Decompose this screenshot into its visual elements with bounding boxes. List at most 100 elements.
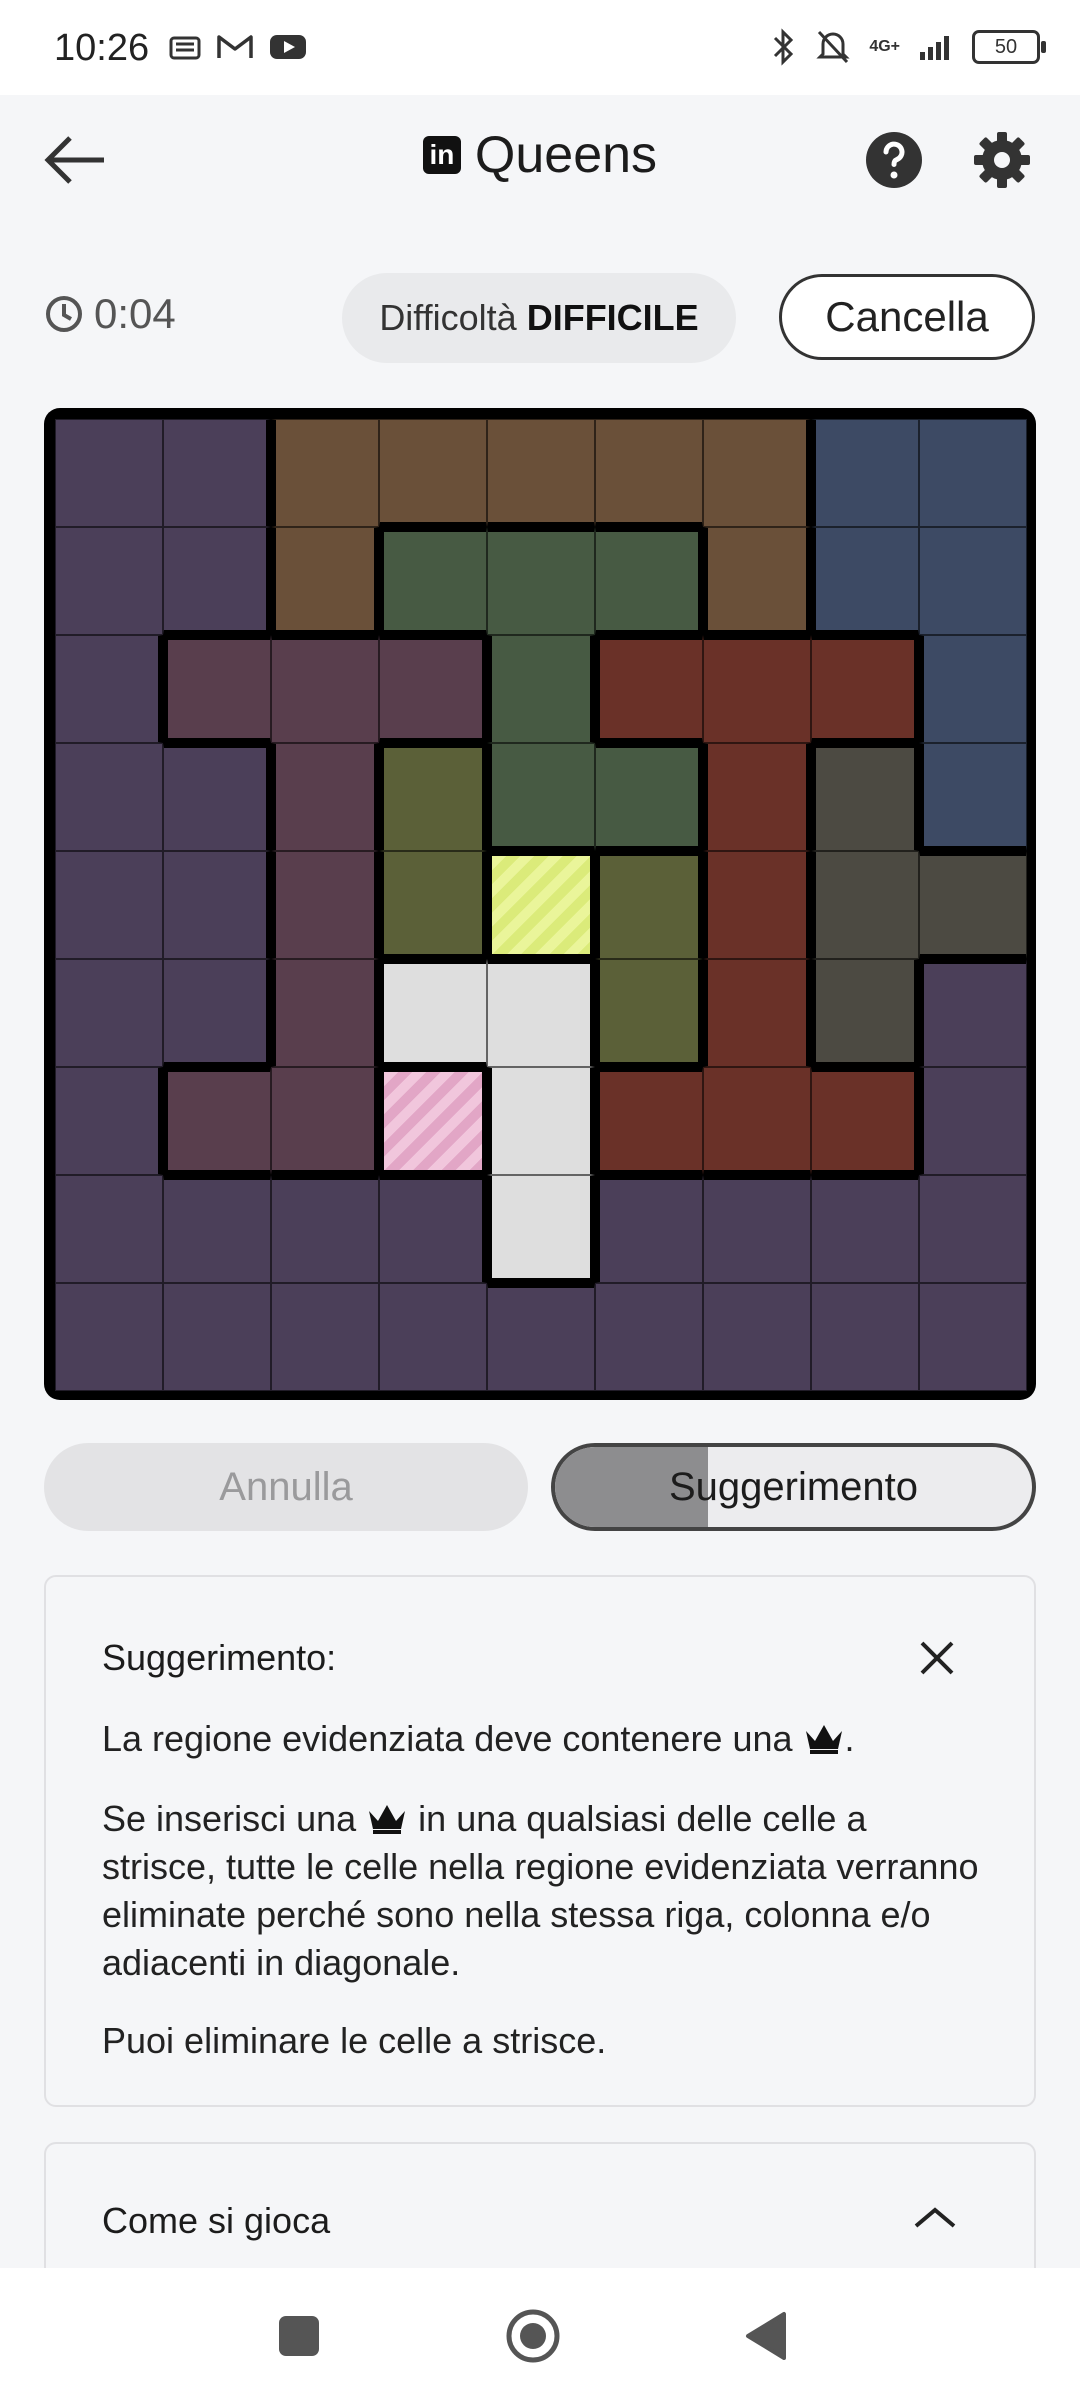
board-cell-r2-c6[interactable]	[595, 527, 703, 635]
board-cell-r9-c4[interactable]	[379, 1283, 487, 1391]
network-label: 4G+	[869, 38, 900, 55]
rules-card[interactable]: Come si gioca	[44, 2142, 1036, 2272]
board-cell-r3-c6[interactable]	[595, 635, 703, 743]
linkedin-logo-icon: in	[422, 136, 461, 174]
board-cell-r7-c2[interactable]	[163, 1067, 271, 1175]
board-cell-r5-c1[interactable]	[55, 851, 163, 959]
board-cell-r4-c1[interactable]	[55, 743, 163, 851]
board-cell-r7-c6[interactable]	[595, 1067, 703, 1175]
board-cell-r6-c4[interactable]	[379, 959, 487, 1067]
hint-paragraph-2: Se inserisci una in una qualsiasi delle …	[102, 1795, 982, 1987]
board-cell-r2-c7[interactable]	[703, 527, 811, 635]
board-cell-r4-c6[interactable]	[595, 743, 703, 851]
board-cell-r6-c6[interactable]	[595, 959, 703, 1067]
board-cell-r6-c8[interactable]	[811, 959, 919, 1067]
board-cell-r3-c7[interactable]	[703, 635, 811, 743]
board-cell-r2-c9[interactable]	[919, 527, 1027, 635]
board-cell-r4-c4[interactable]	[379, 743, 487, 851]
board-cell-r9-c9[interactable]	[919, 1283, 1027, 1391]
board-cell-r9-c8[interactable]	[811, 1283, 919, 1391]
board-cell-r5-c2[interactable]	[163, 851, 271, 959]
bluetooth-icon	[774, 28, 794, 66]
board-cell-r2-c5[interactable]	[487, 527, 595, 635]
board-cell-r4-c5[interactable]	[487, 743, 595, 851]
board-cell-r1-c5[interactable]	[487, 419, 595, 527]
board-cell-r7-c3[interactable]	[271, 1067, 379, 1175]
board-cell-r1-c1[interactable]	[55, 419, 163, 527]
board-cell-r3-c8[interactable]	[811, 635, 919, 743]
undo-button[interactable]: Annulla	[44, 1443, 528, 1531]
board-cell-r5-c8[interactable]	[811, 851, 919, 959]
board-cell-r6-c3[interactable]	[271, 959, 379, 1067]
board-cell-r2-c4[interactable]	[379, 527, 487, 635]
board-cell-r2-c2[interactable]	[163, 527, 271, 635]
rules-title: Come si gioca	[102, 2200, 331, 2241]
board-cell-r7-c1[interactable]	[55, 1067, 163, 1175]
board-cell-r3-c5[interactable]	[487, 635, 595, 743]
board-cell-r9-c3[interactable]	[271, 1283, 379, 1391]
hint-paragraph-3: Puoi eliminare le celle a strisce.	[102, 2020, 607, 2061]
board-cell-r5-c7[interactable]	[703, 851, 811, 959]
board-cell-r2-c1[interactable]	[55, 527, 163, 635]
board-cell-r1-c8[interactable]	[811, 419, 919, 527]
recents-icon[interactable]	[279, 2316, 319, 2356]
board-cell-r1-c4[interactable]	[379, 419, 487, 527]
board-cell-r3-c9[interactable]	[919, 635, 1027, 743]
board-cell-r4-c3[interactable]	[271, 743, 379, 851]
board-cell-r5-c4[interactable]	[379, 851, 487, 959]
board-cell-r4-c9[interactable]	[919, 743, 1027, 851]
board-cell-r6-c9[interactable]	[919, 959, 1027, 1067]
board-cell-r1-c6[interactable]	[595, 419, 703, 527]
board-cell-r5-c5[interactable]	[487, 851, 595, 959]
close-icon[interactable]	[914, 1635, 960, 1681]
board-cell-r8-c9[interactable]	[919, 1175, 1027, 1283]
board-cell-r4-c2[interactable]	[163, 743, 271, 851]
board-cell-r8-c6[interactable]	[595, 1175, 703, 1283]
logo-text: in	[429, 139, 455, 170]
board-cell-r8-c2[interactable]	[163, 1175, 271, 1283]
board-cell-r2-c3[interactable]	[271, 527, 379, 635]
board-cell-r1-c9[interactable]	[919, 419, 1027, 527]
board-cell-r2-c8[interactable]	[811, 527, 919, 635]
youtube-icon	[270, 35, 306, 59]
board-cell-r8-c3[interactable]	[271, 1175, 379, 1283]
board-cell-r3-c4[interactable]	[379, 635, 487, 743]
board-cell-r5-c6[interactable]	[595, 851, 703, 959]
board-cell-r8-c7[interactable]	[703, 1175, 811, 1283]
board-cell-r3-c3[interactable]	[271, 635, 379, 743]
board-cell-r1-c2[interactable]	[163, 419, 271, 527]
help-icon[interactable]	[864, 130, 924, 190]
board-cell-r8-c1[interactable]	[55, 1175, 163, 1283]
board-cell-r6-c5[interactable]	[487, 959, 595, 1067]
board-cell-r7-c5[interactable]	[487, 1067, 595, 1175]
board-cell-r7-c9[interactable]	[919, 1067, 1027, 1175]
board-cell-r3-c1[interactable]	[55, 635, 163, 743]
board-cell-r9-c2[interactable]	[163, 1283, 271, 1391]
board-cell-r9-c5[interactable]	[487, 1283, 595, 1391]
board-cell-r4-c7[interactable]	[703, 743, 811, 851]
board-cell-r9-c7[interactable]	[703, 1283, 811, 1391]
board-cell-r5-c3[interactable]	[271, 851, 379, 959]
board-cell-r6-c2[interactable]	[163, 959, 271, 1067]
clear-button[interactable]: Cancella	[779, 274, 1035, 360]
gear-icon[interactable]	[972, 130, 1032, 190]
board-cell-r5-c9[interactable]	[919, 851, 1027, 959]
board-cell-r3-c2[interactable]	[163, 635, 271, 743]
board-cell-r9-c6[interactable]	[595, 1283, 703, 1391]
board-cell-r7-c7[interactable]	[703, 1067, 811, 1175]
board-cell-r1-c3[interactable]	[271, 419, 379, 527]
board-cell-r6-c7[interactable]	[703, 959, 811, 1067]
board-cell-r1-c7[interactable]	[703, 419, 811, 527]
board-cell-r8-c5[interactable]	[487, 1175, 595, 1283]
home-icon[interactable]	[505, 2308, 561, 2364]
board-cell-r8-c4[interactable]	[379, 1175, 487, 1283]
nav-back-icon[interactable]	[744, 2310, 790, 2362]
board-cell-r7-c8[interactable]	[811, 1067, 919, 1175]
board-cell-r4-c8[interactable]	[811, 743, 919, 851]
board-cell-r6-c1[interactable]	[55, 959, 163, 1067]
board-cell-r9-c1[interactable]	[55, 1283, 163, 1391]
board-cell-r8-c8[interactable]	[811, 1175, 919, 1283]
hint-button[interactable]: Suggerimento	[551, 1443, 1036, 1531]
board-cell-r7-c4[interactable]	[379, 1067, 487, 1175]
chevron-up-icon[interactable]	[912, 2202, 958, 2232]
